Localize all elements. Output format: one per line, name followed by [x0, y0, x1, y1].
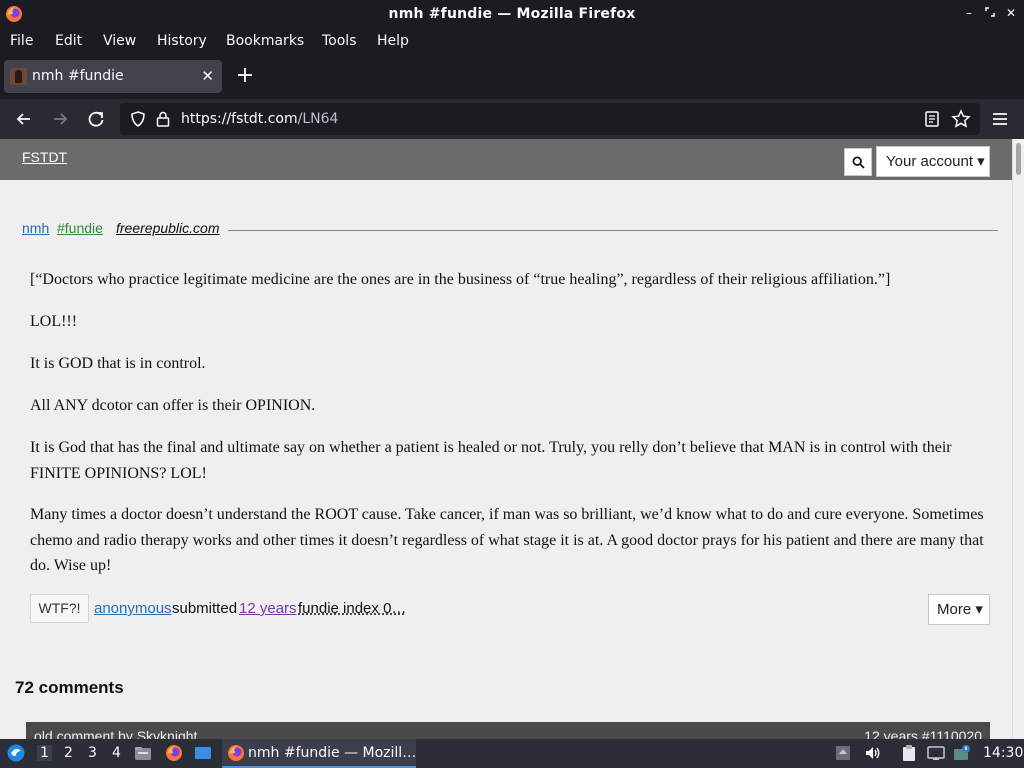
navigation-toolbar: https://fstdt.com/LN64: [0, 99, 1024, 139]
back-arrow-icon[interactable]: [13, 108, 35, 130]
minimize-icon[interactable]: –: [962, 6, 976, 20]
close-tab-icon[interactable]: ✕: [201, 67, 214, 85]
system-taskbar: 1 2 3 4 nmh #fundie — Mozill… 14:30: [0, 739, 1024, 768]
submitter-link[interactable]: anonymous: [94, 600, 172, 617]
comment-meta-link[interactable]: 12 years #1110020: [864, 728, 982, 739]
window-titlebar: nmh #fundie — Mozilla Firefox – ✕: [0, 0, 1024, 29]
tab-bar: nmh #fundie ✕ +: [0, 55, 1024, 99]
url-path: /LN64: [297, 111, 339, 127]
clock: 14:30: [983, 745, 1024, 761]
workspace-3[interactable]: 3: [88, 745, 97, 761]
menu-bar: File Edit View History Bookmarks Tools H…: [0, 29, 1024, 55]
scrollbar-thumb[interactable]: [1016, 143, 1021, 175]
firefox-launcher-icon[interactable]: [165, 744, 183, 762]
lock-icon[interactable]: [155, 110, 171, 128]
site-brand-link[interactable]: FSTDT: [22, 149, 67, 165]
page-viewport: FSTDT Your account ▾ nmh #fundie freerep…: [0, 139, 1024, 739]
page-scrollbar[interactable]: [1012, 139, 1024, 739]
quote-paragraph: It is God that has the final and ultimat…: [30, 439, 952, 482]
quote-tag-link[interactable]: #fundie: [57, 220, 103, 236]
clipboard-icon[interactable]: [900, 744, 918, 762]
menu-file[interactable]: File: [10, 33, 33, 49]
quote-footer: WTF?! anonymous submitted 12 years fundi…: [30, 594, 990, 625]
network-icon[interactable]: [927, 744, 945, 762]
tracking-shield-icon[interactable]: [129, 110, 147, 128]
menu-view[interactable]: View: [103, 33, 136, 49]
quote-source-link[interactable]: freerepublic.com: [116, 220, 220, 236]
search-icon: [852, 156, 865, 169]
submitted-text: submitted: [172, 600, 238, 617]
quote-paragraph: It is GOD that is in control.: [30, 355, 206, 372]
app-launcher-icon[interactable]: [6, 743, 26, 763]
quote-author-link[interactable]: nmh: [22, 220, 49, 236]
tab-title: nmh #fundie: [32, 68, 124, 84]
desktop-icon[interactable]: [194, 744, 212, 762]
url-text[interactable]: https://fstdt.com/LN64: [181, 111, 338, 127]
menu-tools[interactable]: Tools: [322, 33, 357, 49]
divider: [228, 230, 998, 231]
comments-heading: 72 comments: [15, 678, 124, 697]
site-favicon-icon: [10, 68, 27, 85]
menu-bookmarks[interactable]: Bookmarks: [226, 33, 304, 49]
maximize-icon[interactable]: [983, 6, 997, 20]
new-tab-icon[interactable]: +: [234, 65, 256, 87]
volume-icon[interactable]: [863, 744, 881, 762]
forward-arrow-icon[interactable]: [49, 108, 71, 130]
bookmark-star-icon[interactable]: [951, 109, 971, 129]
url-host: https://fstdt.com: [181, 111, 298, 127]
fundie-index-text[interactable]: fundie index 0…: [298, 600, 406, 617]
workspace-4[interactable]: 4: [112, 745, 121, 761]
wtf-vote-button[interactable]: WTF?!: [30, 594, 89, 623]
quote-paragraph: LOL!!!: [30, 313, 78, 330]
taskbar-firefox-window[interactable]: nmh #fundie — Mozill…: [222, 739, 416, 768]
site-header: FSTDT Your account ▾: [0, 139, 1012, 180]
tab-active[interactable]: nmh #fundie ✕: [4, 60, 222, 93]
workspace-1[interactable]: 1: [37, 745, 52, 761]
menu-help[interactable]: Help: [377, 33, 409, 49]
address-bar[interactable]: https://fstdt.com/LN64: [120, 103, 980, 135]
tray-updates-icon[interactable]: [834, 744, 852, 762]
close-window-icon[interactable]: ✕: [1004, 6, 1018, 20]
workspace-2[interactable]: 2: [64, 745, 73, 761]
your-account-button[interactable]: Your account ▾: [876, 146, 990, 177]
quote-paragraph: All ANY dcotor can offer is their OPINIO…: [30, 397, 316, 414]
comment-header: old comment by Skyknight 12 years #11100…: [26, 722, 990, 739]
quote-paragraph: [“Doctors who practice legitimate medici…: [30, 271, 891, 288]
submission-age-link[interactable]: 12 years: [239, 600, 297, 617]
quote-meta-row: nmh #fundie freerepublic.com: [22, 220, 998, 240]
comment-author-text: old comment by Skyknight: [34, 728, 198, 739]
menu-edit[interactable]: Edit: [55, 33, 82, 49]
firefox-task-icon: [228, 745, 244, 761]
window-title: nmh #fundie — Mozilla Firefox: [388, 6, 636, 22]
menu-history[interactable]: History: [157, 33, 207, 49]
more-button[interactable]: More ▾: [928, 594, 990, 625]
file-manager-icon[interactable]: [134, 744, 152, 762]
reload-icon[interactable]: [85, 108, 107, 130]
hamburger-menu-icon[interactable]: [989, 108, 1011, 130]
task-label: nmh #fundie — Mozill…: [248, 745, 417, 761]
reader-view-icon[interactable]: [924, 110, 940, 128]
quote-paragraph: Many times a doctor doesn’t understand t…: [30, 506, 984, 575]
notification-icon[interactable]: [953, 744, 971, 762]
site-search-button[interactable]: [844, 148, 872, 176]
